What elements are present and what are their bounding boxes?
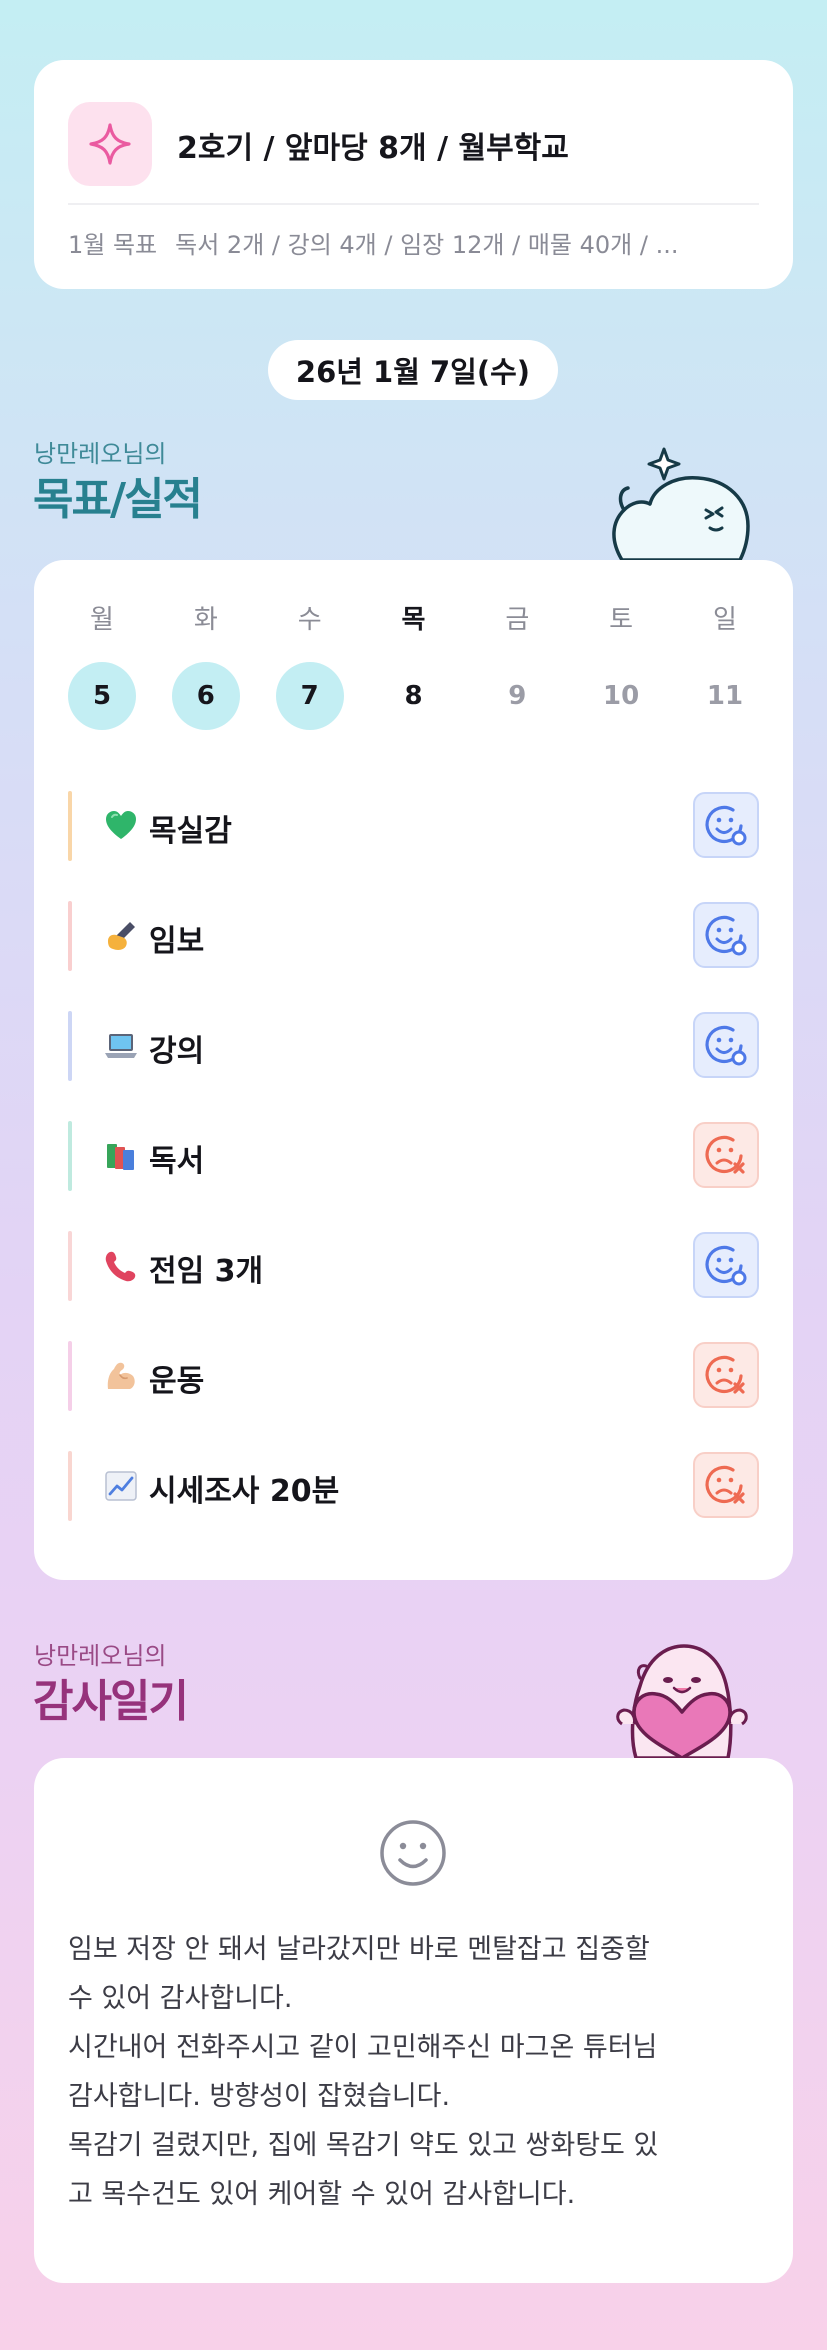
summary-title: 2호기 / 앞마당 8개 / 월부학교 [177,131,569,166]
gratitude-line: 임보 저장 안 돼서 날라갔지만 바로 멘탈잡고 집중할 [68,1934,650,1965]
date-selector[interactable]: 26년 1월 7일(수) [268,340,558,400]
weekday-row: 월 화 수 목 금 토 일 [68,600,759,640]
writing-hand-icon [108,922,135,950]
divider [68,203,759,205]
chart-increasing-icon [105,1471,137,1501]
books-icon [107,1144,134,1170]
smile-check-icon [705,915,747,956]
mascot-heart-illustration [616,1644,748,1758]
goal-color-bar [68,901,72,971]
goal-section-title: 목표/실적 [33,474,203,525]
monthly-goal: 1월 목표 독서 2개 / 강의 4개 / 임장 12개 / 매물 40개 / .… [68,225,759,260]
goal-item[interactable]: 강의 [68,996,759,1106]
sad-x-icon [705,1465,745,1504]
gratitude-section-title: 감사일기 [33,1676,189,1727]
flexed-arm-icon [107,1362,135,1389]
goal-item[interactable]: 목실감 [68,776,759,886]
calendar-day[interactable]: 11 [691,662,759,730]
monthly-goal-text: 독서 2개 / 강의 4개 / 임장 12개 / 매물 40개 / ... [175,231,679,259]
goal-status-missed-button[interactable] [693,1452,759,1518]
date-row: 5 6 7 8 9 10 11 [68,662,759,730]
goal-label: 독서 [149,1144,205,1179]
goal-status-achieved-button[interactable] [693,792,759,858]
goal-label: 임보 [149,924,205,959]
goal-item[interactable]: 임보 [68,886,759,996]
goal-color-bar [68,1011,72,1081]
monthly-goal-label: 1월 목표 [68,231,158,259]
goal-list: 목실감 임보 강의 독서 전임 3개 운동 시세조사 20분 [68,776,759,1546]
goal-color-bar [68,791,72,861]
gratitude-text: 임보 저장 안 돼서 날라갔지만 바로 멘탈잡고 집중할 수 있어 감사합니다.… [68,1925,768,2219]
calendar-day[interactable]: 10 [587,662,655,730]
goal-color-bar [68,1451,72,1521]
laptop-icon [105,1034,137,1058]
smile-check-icon [705,1245,747,1286]
goal-status-achieved-button[interactable] [693,1232,759,1298]
goal-color-bar [68,1231,72,1301]
weekday-label: 토 [609,605,634,635]
calendar-day-completed[interactable]: 5 [68,662,136,730]
goal-label: 강의 [149,1034,205,1069]
goal-item[interactable]: 시세조사 20분 [68,1436,759,1546]
phone-icon [105,1251,136,1282]
goal-item[interactable]: 독서 [68,1106,759,1216]
calendar-day-completed[interactable]: 7 [275,662,344,730]
smile-check-icon [705,805,747,846]
goal-status-missed-button[interactable] [693,1342,759,1408]
goal-label: 시세조사 20분 [149,1474,340,1509]
goal-label: 목실감 [149,814,232,849]
gratitude-line: 감사합니다. 방향성이 잡혔습니다. [68,2081,451,2112]
sad-x-icon [705,1355,745,1394]
weekday-label-today: 목 [401,605,426,635]
gratitude-card[interactable]: 임보 저장 안 돼서 날라갔지만 바로 멘탈잡고 집중할 수 있어 감사합니다.… [34,1758,793,2283]
goal-color-bar [68,1341,72,1411]
calendar-day[interactable]: 9 [483,662,551,730]
weekday-label: 월 [90,605,114,635]
weekday-label: 일 [713,605,737,635]
goal-label: 전임 3개 [149,1254,264,1289]
summary-card[interactable]: 2호기 / 앞마당 8개 / 월부학교 1월 목표 독서 2개 / 강의 4개 /… [34,60,793,289]
smile-check-icon [705,1025,747,1066]
goal-item[interactable]: 운동 [68,1326,759,1436]
calendar-day-completed[interactable]: 6 [171,662,240,730]
gratitude-line: 수 있어 감사합니다. [68,1983,293,2014]
calendar-day-today[interactable]: 8 [379,662,447,730]
sparkle-icon [68,102,152,186]
weekday-label: 금 [505,605,530,635]
goal-status-missed-button[interactable] [693,1122,759,1188]
weekday-label: 화 [193,605,218,635]
gratitude-line: 목감기 걸렸지만, 집에 목감기 약도 있고 쌍화탕도 있 [68,2130,659,2161]
gratitude-line: 시간내어 전화주시고 같이 고민해주신 마그온 튜터님 [68,2032,658,2063]
smile-icon [380,1820,446,1886]
goals-card: 월 화 수 목 금 토 일 5 6 7 8 9 10 11 목실감 임보 강의 … [34,560,793,1580]
goal-status-achieved-button[interactable] [693,902,759,968]
goal-label: 운동 [149,1364,205,1399]
sad-x-icon [705,1135,745,1174]
goal-color-bar [68,1121,72,1191]
weekday-label: 수 [297,605,322,635]
mascot-cheer-illustration [612,447,750,560]
week-calendar: 월 화 수 목 금 토 일 5 6 7 8 9 10 11 [68,600,759,730]
green-heart-icon [106,811,136,839]
goal-item[interactable]: 전임 3개 [68,1216,759,1326]
gratitude-line: 고 목수건도 있어 케어할 수 있어 감사합니다. [68,2179,576,2210]
goal-status-achieved-button[interactable] [693,1012,759,1078]
